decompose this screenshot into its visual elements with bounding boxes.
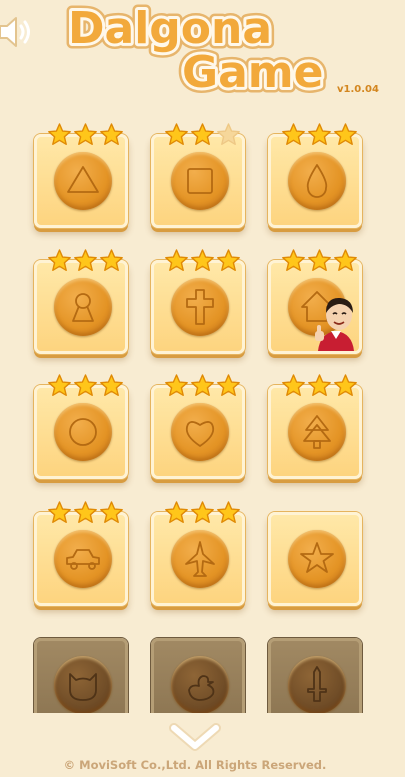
dalgona-coin-car (54, 530, 112, 588)
keyhole-icon (72, 293, 94, 322)
star-rating (163, 122, 241, 148)
star-filled-icon (99, 374, 123, 396)
star-rating (280, 248, 358, 274)
dalgona-coin-cross (171, 278, 229, 336)
triangle-icon (67, 166, 99, 193)
duck-icon (188, 675, 215, 701)
star-filled-icon (164, 501, 188, 523)
chevron-down-icon[interactable] (168, 722, 222, 752)
cat-icon (69, 673, 97, 701)
star-filled-icon (333, 123, 357, 145)
star-filled-icon (190, 249, 214, 271)
star-filled-icon (333, 374, 357, 396)
level-tile-cat (34, 638, 128, 713)
dalgona-coin-drop (288, 152, 346, 210)
title-line-2: Game (182, 47, 324, 98)
game-logo: Dalgona Dalgona Dalgona Game Game Game (66, 0, 328, 104)
sword-icon (307, 666, 327, 702)
star-empty-icon (216, 123, 240, 145)
star-rating (46, 500, 124, 526)
level-tile-star[interactable] (268, 512, 362, 606)
star-filled-icon (281, 249, 305, 271)
circle-icon (69, 418, 97, 446)
version-label: v1.0.04 (337, 84, 379, 95)
star-filled-icon (73, 123, 97, 145)
heart-icon (185, 421, 215, 447)
dalgona-coin-sword (288, 656, 346, 713)
level-tile-tree[interactable] (268, 374, 362, 479)
level-tile-circle[interactable] (34, 374, 128, 479)
star-filled-icon (333, 249, 357, 271)
star-filled-icon (164, 374, 188, 396)
copyright-text: © MoviSoft Co.,Ltd. All Rights Reserved. (63, 758, 327, 772)
level-tile-triangle[interactable] (34, 123, 128, 228)
dalgona-coin-cat (54, 656, 112, 713)
level-tile-cross[interactable] (151, 249, 245, 354)
dalgona-coin-keyhole (54, 278, 112, 336)
level-tile-keyhole[interactable] (34, 249, 128, 354)
airplane-icon (185, 541, 215, 577)
star-filled-icon (307, 249, 331, 271)
level-tile-airplane[interactable] (151, 501, 245, 606)
dalgona-coin-star (288, 530, 346, 588)
star-rating (280, 122, 358, 148)
star-rating (163, 248, 241, 274)
dalgona-coin-circle (54, 403, 112, 461)
star-filled-icon (99, 249, 123, 271)
star-filled-icon (281, 123, 305, 145)
level-tile-duck (151, 638, 245, 713)
star-filled-icon (216, 249, 240, 271)
star-filled-icon (164, 249, 188, 271)
star-rating (280, 373, 358, 399)
star-filled-icon (216, 501, 240, 523)
star-filled-icon (99, 123, 123, 145)
star-filled-icon (307, 374, 331, 396)
star-filled-icon (281, 374, 305, 396)
star-filled-icon (47, 123, 71, 145)
star-filled-icon (73, 501, 97, 523)
level-tile-square[interactable] (151, 123, 245, 228)
star-filled-icon (47, 374, 71, 396)
dalgona-coin-heart (171, 403, 229, 461)
star-filled-icon (73, 249, 97, 271)
speaker-icon[interactable] (0, 14, 38, 50)
star-filled-icon (307, 123, 331, 145)
car-icon (66, 549, 100, 570)
level-tile-heart[interactable] (151, 374, 245, 479)
level-grid (0, 0, 405, 713)
star-filled-icon (73, 374, 97, 396)
star-rating (163, 500, 241, 526)
star-filled-icon (47, 501, 71, 523)
star-filled-icon (190, 374, 214, 396)
star-rating (46, 373, 124, 399)
star-filled-icon (216, 374, 240, 396)
star-filled-icon (164, 123, 188, 145)
dalgona-coin-square (171, 152, 229, 210)
star-filled-icon (190, 501, 214, 523)
tree-icon (303, 415, 331, 449)
square-icon (187, 168, 213, 194)
star-rating (46, 122, 124, 148)
dalgona-coin-triangle (54, 152, 112, 210)
drop-icon (306, 164, 328, 198)
mascot-character (315, 297, 354, 351)
star-filled-icon (99, 501, 123, 523)
dalgona-coin-airplane (171, 530, 229, 588)
level-tile-car[interactable] (34, 501, 128, 606)
star-rating (163, 373, 241, 399)
dalgona-coin-duck (171, 656, 229, 713)
star-icon (300, 542, 334, 573)
dalgona-coin-tree (288, 403, 346, 461)
star-filled-icon (190, 123, 214, 145)
star-filled-icon (47, 249, 71, 271)
star-rating (46, 248, 124, 274)
cross-icon (186, 289, 214, 325)
level-tile-drop[interactable] (268, 123, 362, 228)
level-tile-sword (268, 638, 362, 713)
